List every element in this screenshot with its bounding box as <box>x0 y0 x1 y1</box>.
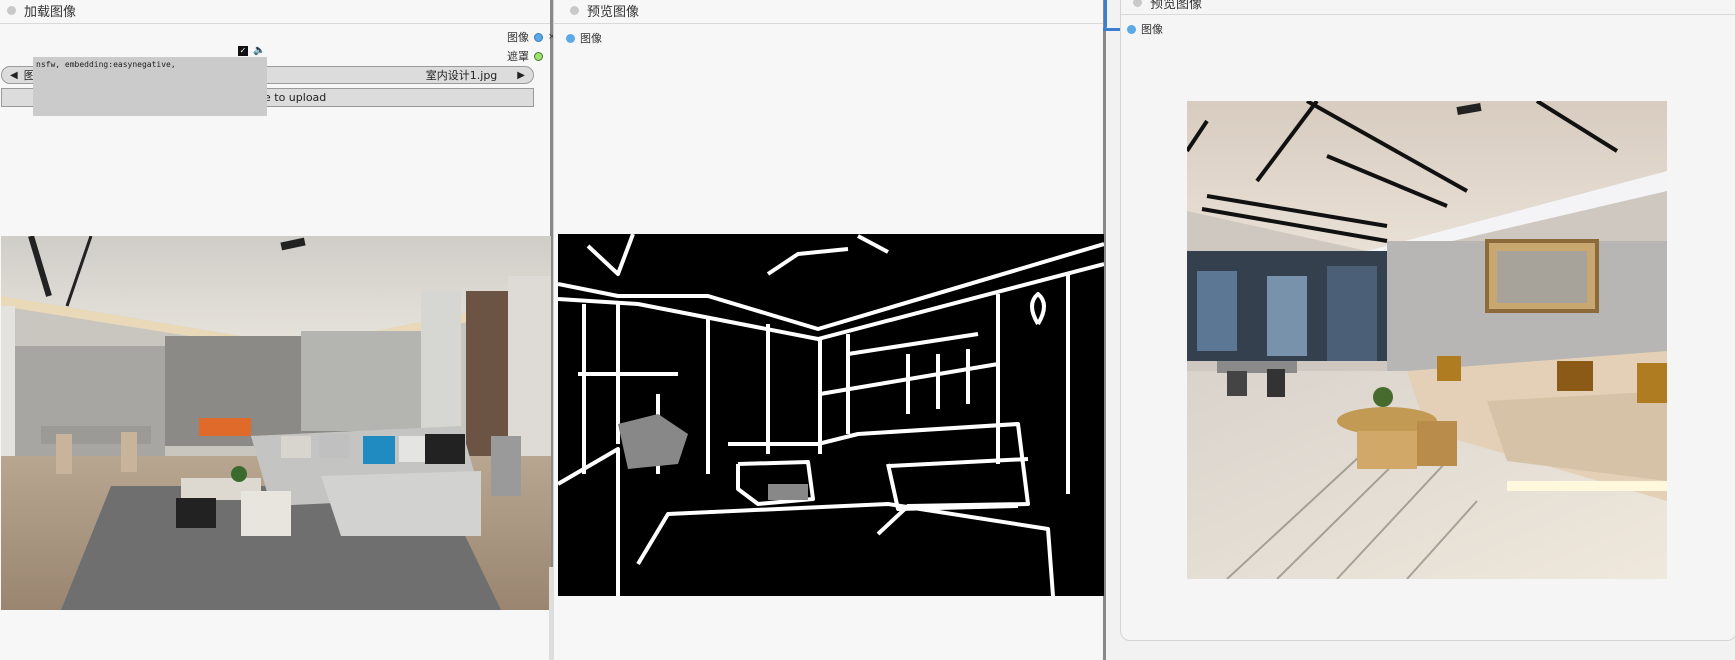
triangle-left-icon[interactable]: ◀ <box>10 70 18 81</box>
upload-button-label: e to upload <box>264 91 327 104</box>
node-title: 加载图像 <box>24 4 77 20</box>
prompt-tooltip: nsfw, embedding:easynegative, <box>33 57 267 116</box>
node-canvas[interactable]: 加载图像 图像 × 遮罩 ◀ 图像 室内设计1.jpg ▶ e to uploa… <box>0 0 1735 660</box>
loaded-image-preview <box>1 236 551 610</box>
input-socket-icon[interactable] <box>1127 24 1136 34</box>
collapse-dot-icon[interactable] <box>1133 0 1142 7</box>
node-edge-strip <box>549 567 554 660</box>
combo-value: 室内设计1.jpg <box>425 69 498 82</box>
generated-interior-icon <box>1187 101 1667 579</box>
output-slot-image[interactable]: 图像 × <box>507 29 556 45</box>
output-socket-icon[interactable] <box>534 51 543 61</box>
input-slot-image[interactable]: 图像 <box>1127 21 1163 37</box>
speaker-icon[interactable]: 🔈 <box>253 45 265 56</box>
output-socket-icon[interactable] <box>534 32 543 42</box>
node-title-bar[interactable]: 加载图像 <box>3 0 76 21</box>
tooltip-text: nsfw, embedding:easynegative, <box>36 60 176 69</box>
interior-photo-icon <box>1 236 551 610</box>
collapse-dot-icon[interactable] <box>7 5 16 15</box>
input-slot-label: 图像 <box>580 32 602 45</box>
load-image-node[interactable]: 加载图像 图像 × 遮罩 ◀ 图像 室内设计1.jpg ▶ e to uploa… <box>0 0 556 660</box>
input-slot-label: 图像 <box>1141 23 1163 36</box>
node-title-bar[interactable]: 预览图像 <box>1129 0 1202 13</box>
collapse-dot-icon[interactable] <box>570 5 579 15</box>
checkbox-icon[interactable]: ✓ <box>238 46 248 56</box>
title-divider <box>1121 14 1735 15</box>
triangle-right-icon[interactable]: ▶ <box>517 70 525 81</box>
output-slot-label: 遮罩 <box>507 50 529 63</box>
preview-image-node-2[interactable]: 预览图像 图像 <box>1120 0 1735 641</box>
lineart-photo-icon <box>558 234 1104 596</box>
node-title-bar[interactable]: 预览图像 <box>566 0 639 21</box>
input-socket-icon[interactable] <box>566 33 575 43</box>
connection-link[interactable] <box>1103 0 1107 30</box>
node-title: 预览图像 <box>587 4 640 20</box>
title-divider <box>0 23 550 24</box>
node-title: 预览图像 <box>1150 0 1203 12</box>
generated-image-preview <box>1187 101 1667 579</box>
output-slot-label: 图像 <box>507 31 529 44</box>
lineart-preview-image <box>558 234 1104 596</box>
output-slot-mask[interactable]: 遮罩 <box>507 48 543 64</box>
preview-image-node-1[interactable]: 预览图像 图像 <box>549 0 1106 660</box>
title-divider <box>554 23 1103 24</box>
input-slot-image[interactable]: 图像 <box>566 30 602 46</box>
